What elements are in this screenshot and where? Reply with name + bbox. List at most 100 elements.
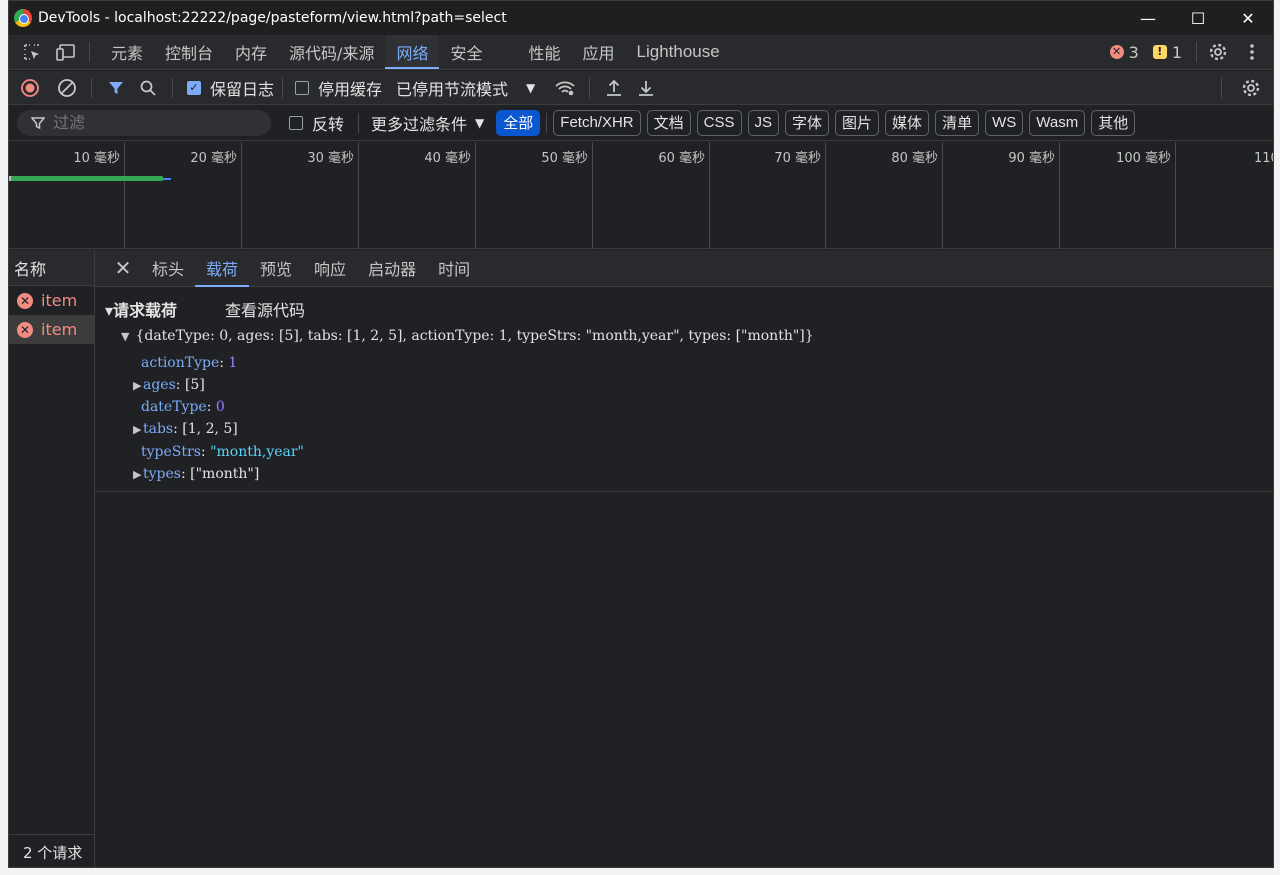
more-filters-label: 更多过滤条件 — [371, 114, 468, 134]
filter-input[interactable] — [53, 113, 233, 132]
prop-value: [5] — [184, 377, 205, 393]
timeline-tick-label: 80 毫秒 — [891, 151, 938, 166]
request-name: item — [41, 291, 78, 310]
collapsed-triangle-icon: ▶ — [133, 468, 142, 481]
more-options-icon[interactable] — [1235, 35, 1269, 69]
request-name: item — [41, 320, 78, 339]
dropdown-arrow-icon: ▼ — [475, 115, 485, 130]
timeline-column: 40 毫秒 — [359, 142, 476, 249]
prop-key: typeStrs — [141, 444, 201, 460]
tab-initiator[interactable]: 启动器 — [357, 250, 427, 286]
tab-timing[interactable]: 时间 — [427, 250, 481, 286]
export-har-download-icon[interactable] — [630, 72, 662, 104]
filter-funnel-icon[interactable] — [100, 72, 132, 104]
close-detail-icon[interactable]: ✕ — [105, 250, 141, 286]
prop-key: ages — [143, 377, 176, 393]
tab-console[interactable]: 控制台 — [154, 35, 224, 69]
more-filters-dropdown[interactable]: 更多过滤条件 ▼ — [371, 111, 484, 135]
tab-security[interactable]: 安全 — [439, 35, 493, 69]
device-toolbar-icon[interactable] — [49, 35, 83, 69]
tab-application[interactable]: 应用 — [572, 35, 626, 69]
disable-cache-label: 停用缓存 — [318, 79, 383, 99]
settings-gear-icon[interactable] — [1201, 35, 1235, 69]
tab-payload[interactable]: 载荷 — [195, 250, 250, 287]
payload-prop-types[interactable]: ▶ types: ["month"] — [133, 466, 259, 482]
payload-prop-ages[interactable]: ▶ ages: [5] — [133, 377, 205, 393]
error-count-badge[interactable]: ✕ 3 — [1109, 43, 1139, 62]
prop-value: ["month"] — [190, 466, 260, 482]
prop-value: "month,year" — [210, 444, 304, 460]
timeline-column: 90 毫秒 — [943, 142, 1060, 249]
warning-count: 1 — [1171, 42, 1182, 62]
prop-key: tabs — [143, 421, 174, 437]
payload-prop-actionType: actionType: 1 — [141, 355, 238, 371]
invert-checkbox[interactable]: 反转 — [289, 111, 344, 135]
request-row-selected[interactable]: ✕ item — [9, 315, 94, 344]
timeline-tick-label: 100 毫秒 — [1116, 151, 1171, 166]
maximize-button[interactable]: ☐ — [1173, 1, 1223, 35]
filter-chip-doc[interactable]: 文档 — [646, 109, 691, 136]
tab-sources[interactable]: 源代码/来源 — [278, 35, 385, 69]
divider — [546, 112, 548, 133]
filter-input-wrapper[interactable] — [17, 109, 271, 136]
request-payload-section: ▾请求载荷 查看源代码 ▼ {dateType: 0, ages: [5], t… — [95, 287, 1273, 492]
payload-prop-dateType: dateType: 0 — [141, 399, 225, 415]
filter-chip-manifest[interactable]: 清单 — [935, 109, 980, 136]
close-window-button[interactable]: ✕ — [1223, 1, 1273, 35]
filter-chip-all[interactable]: 全部 — [496, 109, 541, 136]
tab-headers[interactable]: 标头 — [141, 250, 195, 286]
divider — [358, 112, 360, 133]
filter-chip-fetch-xhr[interactable]: Fetch/XHR — [553, 109, 641, 136]
timeline-tick-label: 30 毫秒 — [307, 151, 354, 166]
filter-chip-font[interactable]: 字体 — [785, 109, 830, 136]
tab-performance[interactable]: 性能 — [517, 35, 571, 69]
filter-chip-img[interactable]: 图片 — [835, 109, 880, 136]
timeline-tick-label: 20 毫秒 — [190, 151, 237, 166]
checkbox-unchecked-icon — [289, 115, 303, 130]
payload-prop-tabs[interactable]: ▶ tabs: [1, 2, 5] — [133, 421, 238, 437]
tab-elements[interactable]: 元素 — [100, 35, 154, 69]
filter-chip-media[interactable]: 媒体 — [885, 109, 930, 136]
payload-prop-typeStrs: typeStrs: "month,year" — [141, 444, 304, 460]
clear-icon[interactable] — [51, 72, 83, 104]
request-list: 名称 ✕ item ✕ item 2 个请求 — [9, 250, 95, 867]
request-payload-title[interactable]: ▾请求载荷 — [105, 297, 177, 321]
divider — [1221, 78, 1222, 98]
network-toolbar: ✓ 保留日志 停用缓存 已停用节流模式 ▼ — [9, 71, 1273, 105]
filter-chip-js[interactable]: JS — [747, 109, 780, 136]
tab-response[interactable]: 响应 — [303, 250, 357, 286]
search-icon[interactable] — [132, 72, 164, 104]
filter-chip-css[interactable]: CSS — [696, 109, 742, 136]
name-column-header[interactable]: 名称 — [9, 250, 94, 286]
inspect-element-icon[interactable] — [15, 35, 49, 69]
minimize-button[interactable]: — — [1123, 1, 1173, 35]
view-source-link[interactable]: 查看源代码 — [225, 297, 305, 321]
tab-lighthouse[interactable]: Lighthouse — [626, 35, 731, 69]
record-stop-icon[interactable] — [14, 72, 46, 104]
filter-chip-wasm[interactable]: Wasm — [1029, 109, 1086, 136]
divider — [589, 77, 591, 98]
divider — [172, 77, 173, 98]
preserve-log-checkbox[interactable]: ✓ 保留日志 — [187, 76, 274, 100]
invert-label: 反转 — [312, 114, 345, 134]
tab-memory[interactable]: 内存 — [224, 35, 278, 69]
timeline-column: 80 毫秒 — [826, 142, 943, 249]
tab-network[interactable]: 网络 — [385, 35, 440, 69]
network-settings-gear-icon[interactable] — [1235, 72, 1267, 104]
timeline-overview[interactable]: 10 毫秒 20 毫秒 30 毫秒 40 毫秒 50 毫秒 60 毫秒 70 毫… — [9, 142, 1273, 249]
request-row[interactable]: ✕ item — [9, 286, 94, 315]
timeline-column: 100 毫秒 — [1060, 142, 1176, 249]
import-har-upload-icon[interactable] — [598, 72, 630, 104]
payload-summary[interactable]: ▼ {dateType: 0, ages: [5], tabs: [1, 2, … — [121, 328, 814, 344]
warning-count-badge[interactable]: ! 1 — [1152, 42, 1182, 62]
timeline-tick-label: 50 毫秒 — [541, 151, 588, 166]
checkbox-checked-icon: ✓ — [187, 80, 201, 95]
network-conditions-wifi-icon[interactable] — [549, 72, 581, 104]
tab-preview[interactable]: 预览 — [249, 250, 303, 286]
timeline-request-bar — [11, 176, 163, 181]
throttling-select[interactable]: 已停用节流模式 ▼ — [396, 76, 535, 100]
disable-cache-checkbox[interactable]: 停用缓存 — [295, 76, 382, 100]
filter-chip-ws[interactable]: WS — [985, 109, 1024, 136]
filter-chip-other[interactable]: 其他 — [1091, 109, 1136, 136]
chrome-logo-icon — [14, 9, 32, 27]
